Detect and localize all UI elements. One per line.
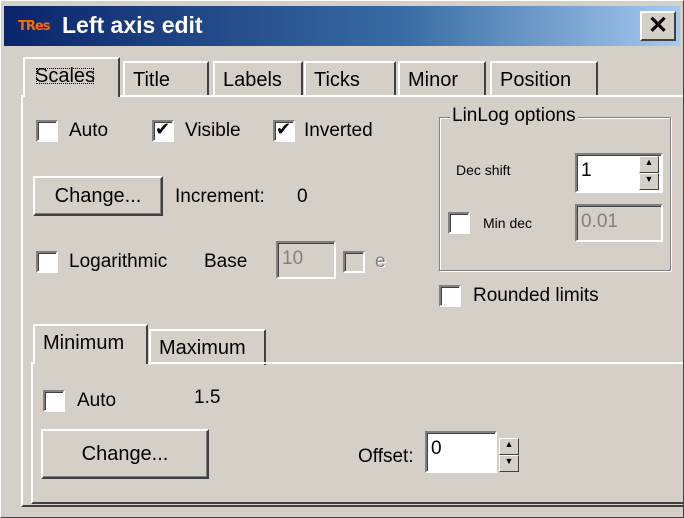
tab-label: Labels — [223, 69, 282, 91]
min-dec-input[interactable]: 0.01 — [575, 204, 663, 242]
auto-label: Auto — [69, 120, 109, 141]
offset-label: Offset: — [358, 446, 414, 467]
tab-label: Minimum — [43, 332, 125, 354]
logarithmic-label: Logarithmic — [69, 251, 168, 272]
tab-maximum[interactable]: Maximum — [149, 329, 266, 365]
min-dec-value: 0.01 — [581, 211, 618, 232]
dec-shift-value: 1 — [581, 160, 592, 181]
base-value: 10 — [282, 248, 304, 269]
tab-label: Ticks — [314, 69, 360, 91]
tab-label: Scales — [35, 65, 96, 87]
visible-checkbox[interactable] — [152, 119, 174, 142]
inverted-checkbox[interactable] — [273, 119, 295, 142]
axis-edit-dialog: TRes Left axis edit ✕ Scales Title Label… — [0, 0, 684, 518]
rounded-limits-checkbox[interactable] — [439, 285, 461, 307]
tab-title[interactable]: Title — [123, 61, 209, 97]
increment-value: 0 — [297, 186, 308, 207]
spin-up-icon[interactable]: ▲ — [499, 438, 519, 455]
minimum-value: 1.5 — [194, 387, 221, 408]
rounded-limits-label: Rounded limits — [473, 285, 599, 306]
tab-position[interactable]: Position — [490, 61, 598, 97]
window-title: Left axis edit — [62, 12, 203, 38]
base-label: Base — [204, 251, 248, 272]
increment-label: Increment: — [175, 186, 265, 207]
tab-ticks[interactable]: Ticks — [304, 61, 396, 97]
tab-scales[interactable]: Scales — [23, 57, 120, 97]
spin-up-icon[interactable]: ▲ — [639, 156, 659, 173]
tab-label: Minor — [408, 69, 459, 91]
change-label: Change... — [81, 443, 169, 465]
dec-shift-label: Dec shift — [456, 162, 511, 178]
offset-input[interactable]: 0 — [425, 431, 497, 473]
change-label: Change... — [54, 185, 142, 207]
tab-labels[interactable]: Labels — [213, 61, 303, 97]
title-bar[interactable]: TRes Left axis edit ✕ — [4, 6, 680, 46]
app-icon: TRes — [18, 19, 50, 34]
min-auto-label: Auto — [77, 390, 117, 411]
offset-value: 0 — [431, 438, 442, 459]
spin-down-icon[interactable]: ▼ — [639, 173, 659, 190]
base-input[interactable]: 10 — [276, 241, 336, 279]
min-change-button[interactable]: Change... — [41, 429, 209, 479]
e-label: e — [375, 251, 386, 272]
min-dec-label: Min dec — [483, 215, 533, 231]
visible-label: Visible — [185, 120, 241, 141]
close-icon: ✕ — [647, 12, 669, 39]
linlog-options-group — [439, 117, 671, 271]
scales-change-button[interactable]: Change... — [33, 176, 163, 216]
auto-checkbox[interactable] — [36, 120, 58, 142]
min-auto-checkbox[interactable] — [43, 390, 65, 412]
tab-label: Position — [500, 69, 572, 91]
logarithmic-checkbox[interactable] — [36, 251, 58, 273]
min-dec-checkbox[interactable] — [448, 212, 470, 234]
spin-down-icon[interactable]: ▼ — [499, 455, 519, 472]
tab-minimum[interactable]: Minimum — [33, 324, 148, 364]
offset-spinner[interactable]: ▲ ▼ — [499, 438, 519, 472]
tab-label: Title — [133, 69, 171, 91]
tab-minor[interactable]: Minor — [398, 61, 486, 97]
e-checkbox[interactable] — [343, 251, 365, 273]
inverted-label: Inverted — [304, 120, 373, 141]
close-button[interactable]: ✕ — [640, 11, 676, 41]
dec-shift-spinner[interactable]: ▲ ▼ — [639, 156, 659, 190]
tab-label: Maximum — [159, 337, 246, 359]
linlog-group-title: LinLog options — [450, 105, 578, 127]
